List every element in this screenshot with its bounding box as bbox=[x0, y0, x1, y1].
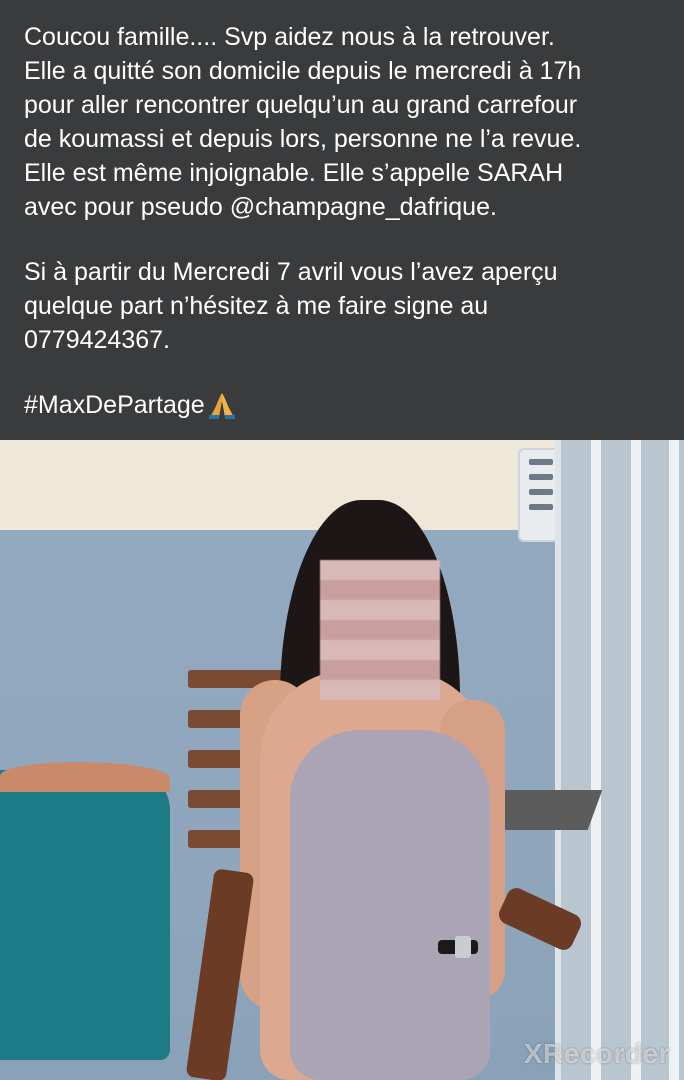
table-cloth bbox=[0, 770, 170, 1060]
missing-person-photo: XRecorder bbox=[0, 440, 684, 1080]
post-line-2: Elle a quitté son domicile depuis le mer… bbox=[24, 57, 582, 85]
hashtag-link[interactable]: #MaxDePartage bbox=[24, 388, 205, 422]
xrecorder-watermark: XRecorder bbox=[523, 1038, 670, 1069]
hashtag-row: #MaxDePartage bbox=[24, 388, 660, 422]
table-edge bbox=[0, 762, 170, 792]
post-line-3: pour aller rencontrer quelqu’un au grand… bbox=[24, 91, 578, 119]
post-text-block: Coucou famille.... Svp aidez nous à la r… bbox=[0, 0, 684, 440]
post-line-4: de koumassi et depuis lors, personne ne … bbox=[24, 125, 582, 153]
post-line-9: 0779424367. bbox=[24, 326, 170, 354]
blurred-face bbox=[320, 560, 440, 700]
praying-hands-icon bbox=[207, 390, 237, 420]
person-figure bbox=[230, 500, 520, 1080]
post-line-1: Coucou famille.... Svp aidez nous à la r… bbox=[24, 23, 555, 51]
post-line-6: avec pour pseudo @champagne_dafrique. bbox=[24, 193, 497, 221]
post-line-8: quelque part n’hésitez à me faire signe … bbox=[24, 292, 489, 320]
post-line-5: Elle est même injoignable. Elle s’appell… bbox=[24, 159, 564, 187]
post-line-7: Si à partir du Mercredi 7 avril vous l’a… bbox=[24, 258, 558, 286]
paragraph-gap-2 bbox=[24, 357, 660, 388]
window-grille bbox=[555, 440, 684, 1080]
